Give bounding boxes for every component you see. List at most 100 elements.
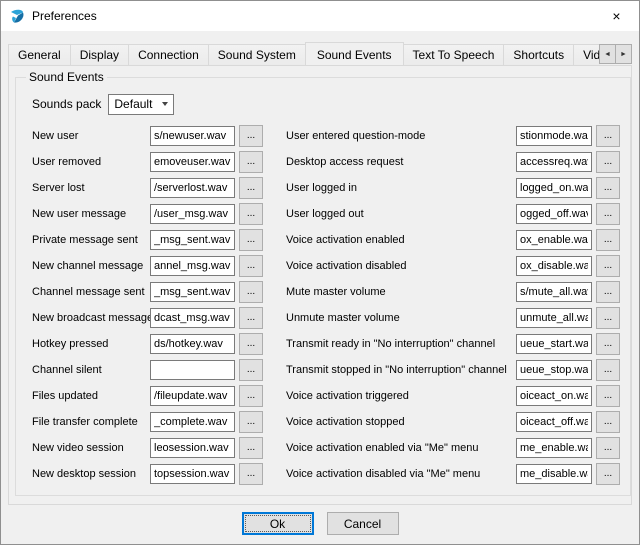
sound-file-input[interactable] [516,464,592,484]
sound-event-row: Voice activation stopped... [286,409,622,435]
sound-file-input[interactable] [150,360,235,380]
sound-event-row: New desktop session... [32,461,274,487]
sound-file-input[interactable] [516,360,592,380]
sound-file-input[interactable] [516,152,592,172]
browse-button[interactable]: ... [596,255,620,277]
browse-button[interactable]: ... [239,177,263,199]
sound-file-input[interactable] [516,256,592,276]
sound-event-label: Voice activation triggered [286,390,516,402]
sound-file-input[interactable] [150,178,235,198]
close-icon: × [612,8,620,24]
sound-file-input[interactable] [516,334,592,354]
sound-file-input[interactable] [516,178,592,198]
sound-event-label: File transfer complete [32,416,150,428]
sounds-pack-label: Sounds pack [32,97,101,111]
sound-event-label: Voice activation disabled via "Me" menu [286,468,516,480]
sound-events-groupbox: Sound Events Sounds pack Default New use… [15,70,631,496]
sound-file-input[interactable] [516,386,592,406]
sound-event-label: New broadcast message [32,312,150,324]
browse-button[interactable]: ... [239,151,263,173]
tab-strip: General Display Connection Sound System … [8,41,600,65]
arrow-right-icon: ► [620,51,627,58]
tab-scroll-right-button[interactable]: ► [615,44,632,64]
sound-file-input[interactable] [516,412,592,432]
sound-file-input[interactable] [516,282,592,302]
tab-scroll-control: ◄ ► [600,44,632,64]
sounds-pack-combobox[interactable]: Default [108,94,174,115]
sound-file-input[interactable] [150,334,235,354]
browse-button[interactable]: ... [596,385,620,407]
sound-event-label: Private message sent [32,234,150,246]
browse-button[interactable]: ... [239,437,263,459]
sound-file-input[interactable] [150,126,235,146]
tab-display[interactable]: Display [70,44,129,65]
sound-event-row: Transmit ready in "No interruption" chan… [286,331,622,357]
tab-sound-system[interactable]: Sound System [208,44,306,65]
sound-file-input[interactable] [150,152,235,172]
sound-file-input[interactable] [150,204,235,224]
sound-file-input[interactable] [150,230,235,250]
sound-event-label: Desktop access request [286,156,516,168]
sound-file-input[interactable] [516,126,592,146]
tab-shortcuts[interactable]: Shortcuts [503,44,574,65]
browse-button[interactable]: ... [596,177,620,199]
sound-event-row: Channel message sent... [32,279,274,305]
sound-event-label: Mute master volume [286,286,516,298]
browse-button[interactable]: ... [596,307,620,329]
ok-button[interactable]: Ok [242,512,314,535]
browse-button[interactable]: ... [239,385,263,407]
sound-file-input[interactable] [150,386,235,406]
browse-button[interactable]: ... [239,281,263,303]
sound-file-input[interactable] [150,438,235,458]
sound-event-row: New broadcast message... [32,305,274,331]
browse-button[interactable]: ... [596,125,620,147]
sound-file-input[interactable] [516,230,592,250]
sound-event-label: User entered question-mode [286,130,516,142]
sound-event-label: Files updated [32,390,150,402]
sound-event-label: Voice activation enabled [286,234,516,246]
cancel-button[interactable]: Cancel [327,512,399,535]
tab-area: General Display Connection Sound System … [1,41,639,505]
sound-file-input[interactable] [150,256,235,276]
browse-button[interactable]: ... [239,307,263,329]
browse-button[interactable]: ... [596,411,620,433]
sound-event-columns: New user...User removed...Server lost...… [32,123,622,487]
sound-event-row: New user... [32,123,274,149]
sound-file-input[interactable] [516,438,592,458]
sound-file-input[interactable] [150,464,235,484]
sound-file-input[interactable] [150,308,235,328]
browse-button[interactable]: ... [596,203,620,225]
tab-scroll-left-button[interactable]: ◄ [599,44,616,64]
browse-button[interactable]: ... [596,229,620,251]
browse-button[interactable]: ... [596,281,620,303]
browse-button[interactable]: ... [239,359,263,381]
browse-button[interactable]: ... [596,463,620,485]
tab-sound-events[interactable]: Sound Events [305,42,404,65]
browse-button[interactable]: ... [239,333,263,355]
sound-event-label: User logged in [286,182,516,194]
browse-button[interactable]: ... [596,359,620,381]
sound-event-row: Voice activation triggered... [286,383,622,409]
sound-event-row: Voice activation disabled... [286,253,622,279]
sound-file-input[interactable] [516,308,592,328]
sound-event-label: New desktop session [32,468,150,480]
browse-button[interactable]: ... [239,255,263,277]
tab-general[interactable]: General [8,44,71,65]
browse-button[interactable]: ... [596,437,620,459]
tab-connection[interactable]: Connection [128,44,209,65]
browse-button[interactable]: ... [239,229,263,251]
sound-file-input[interactable] [516,204,592,224]
tab-video[interactable]: Video [573,44,600,65]
browse-button[interactable]: ... [239,411,263,433]
sound-event-label: New user [32,130,150,142]
browse-button[interactable]: ... [239,125,263,147]
browse-button[interactable]: ... [596,333,620,355]
browse-button[interactable]: ... [239,463,263,485]
tab-text-to-speech[interactable]: Text To Speech [403,44,505,65]
close-button[interactable]: × [594,2,639,31]
browse-button[interactable]: ... [239,203,263,225]
dropdown-arrow-icon [157,102,173,106]
browse-button[interactable]: ... [596,151,620,173]
sound-file-input[interactable] [150,412,235,432]
sound-file-input[interactable] [150,282,235,302]
